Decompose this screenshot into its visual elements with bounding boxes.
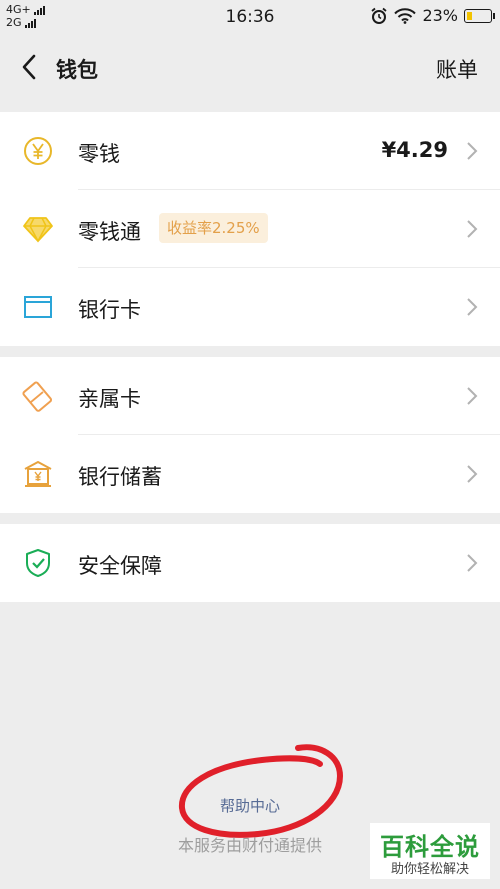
back-arrow-icon[interactable] [16, 52, 46, 82]
yield-rate-badge: 收益率2.25% [159, 213, 268, 243]
list-item-change[interactable]: 零钱 ¥4.29 [0, 112, 500, 190]
item-label: 亲属卡 [78, 387, 141, 411]
battery-icon [464, 8, 495, 23]
watermark-title: 百科全说 [380, 833, 480, 861]
list-item-change-pass[interactable]: 零钱通 收益率2.25% [0, 190, 500, 268]
card-icon [24, 296, 52, 318]
nav-bar: 钱包 账单 [0, 34, 500, 100]
watermark-logo: 百科全说 助你轻松解决 [370, 823, 490, 879]
bill-button[interactable]: 账单 [436, 54, 478, 84]
alarm-icon [371, 7, 388, 24]
page-title: 钱包 [56, 58, 98, 82]
balance-value: ¥4.29 [381, 138, 448, 162]
list-item-security[interactable]: 安全保障 [0, 524, 500, 602]
list-item-bank-card[interactable]: 银行卡 [0, 268, 500, 346]
item-label: 零钱通 [78, 220, 141, 244]
bank-icon [24, 461, 52, 487]
family-card-icon [22, 381, 53, 412]
list-item-bank-savings[interactable]: 银行储蓄 [0, 435, 500, 513]
coin-icon [24, 137, 52, 165]
chevron-right-icon [467, 142, 478, 160]
annotation-circle [178, 744, 344, 838]
battery-percent: 23% [422, 6, 458, 25]
chevron-right-icon [467, 387, 478, 405]
wallet-group-2: 亲属卡 银行储蓄 [0, 357, 500, 513]
wallet-group-1: 零钱 ¥4.29 零钱通 收益率2.25% 银行卡 [0, 112, 500, 346]
chevron-right-icon [467, 298, 478, 316]
chevron-right-icon [467, 554, 478, 572]
wallet-group-3: 安全保障 [0, 524, 500, 602]
wifi-icon [394, 7, 417, 24]
shield-icon [26, 549, 50, 577]
item-label: 零钱 [78, 142, 120, 166]
chevron-right-icon [467, 465, 478, 483]
diamond-icon [23, 217, 53, 243]
item-label: 安全保障 [78, 554, 162, 578]
status-bar: 4G+ 2G 16:36 23% [0, 0, 500, 34]
item-label: 银行储蓄 [78, 465, 162, 489]
chevron-right-icon [467, 220, 478, 238]
watermark-subtitle: 助你轻松解决 [390, 862, 469, 877]
list-item-family-card[interactable]: 亲属卡 [0, 357, 500, 435]
item-label: 银行卡 [78, 298, 141, 322]
help-center-link[interactable]: 帮助中心 [0, 795, 500, 816]
